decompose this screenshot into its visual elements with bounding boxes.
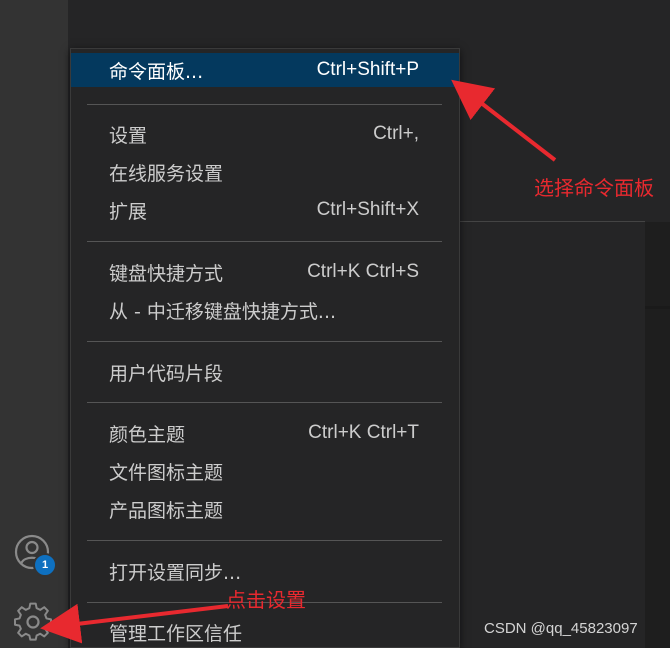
menu-separator xyxy=(87,402,442,403)
menu-item-label: 命令面板... xyxy=(109,60,204,83)
manage-context-menu: 命令面板... Ctrl+Shift+P 设置 Ctrl+, 在线服务设置 扩展… xyxy=(70,48,460,648)
menu-item-label: 颜色主题 xyxy=(109,423,186,446)
menu-item-manage-workspace-trust[interactable]: 管理工作区信任 xyxy=(71,615,459,648)
menu-separator xyxy=(87,540,442,541)
menu-item-settings-sync[interactable]: 打开设置同步... xyxy=(71,554,459,588)
menu-item-label: 打开设置同步... xyxy=(109,561,242,584)
menu-item-label: 在线服务设置 xyxy=(109,162,224,185)
menu-item-migrate-keyboard-shortcuts[interactable]: 从 - 中迁移键盘快捷方式... xyxy=(71,293,459,327)
menu-item-label: 从 - 中迁移键盘快捷方式... xyxy=(109,300,337,323)
menu-separator xyxy=(87,341,442,342)
menu-item-label: 扩展 xyxy=(109,200,148,223)
editor-divider-dark xyxy=(645,306,670,309)
menu-item-file-icon-theme[interactable]: 文件图标主题 xyxy=(71,454,459,488)
watermark: CSDN @qq_45823097 xyxy=(484,620,638,637)
account-badge: 1 xyxy=(33,553,57,577)
gear-icon[interactable] xyxy=(13,602,53,642)
menu-item-label: 产品图标主题 xyxy=(109,499,224,522)
menu-item-user-snippets[interactable]: 用户代码片段 xyxy=(71,355,459,389)
screenshot-root: 1 命令面板... Ctrl+Shift+P 设置 Ctrl+, 在线服务设置 … xyxy=(0,0,670,648)
menu-item-label: 管理工作区信任 xyxy=(109,622,243,645)
menu-item-shortcut: Ctrl+K Ctrl+S xyxy=(307,261,419,282)
menu-item-settings[interactable]: 设置 Ctrl+, xyxy=(71,117,459,151)
menu-item-command-palette[interactable]: 命令面板... Ctrl+Shift+P xyxy=(71,53,459,87)
menu-item-shortcut: Ctrl+Shift+X xyxy=(316,199,419,220)
menu-item-keyboard-shortcuts[interactable]: 键盘快捷方式 Ctrl+K Ctrl+S xyxy=(71,255,459,289)
menu-item-label: 用户代码片段 xyxy=(109,362,224,385)
menu-separator xyxy=(87,104,442,105)
activity-bar: 1 xyxy=(0,0,68,648)
menu-item-online-services-settings[interactable]: 在线服务设置 xyxy=(71,155,459,189)
menu-separator xyxy=(87,241,442,242)
menu-item-label: 键盘快捷方式 xyxy=(109,262,224,285)
annotation-click-settings: 点击设置 xyxy=(226,588,306,612)
menu-item-shortcut: Ctrl+, xyxy=(373,123,419,144)
editor-panel-strip xyxy=(645,222,670,648)
annotation-select-command-palette: 选择命令面板 xyxy=(534,176,654,200)
editor-divider xyxy=(460,221,645,222)
menu-item-label: 文件图标主题 xyxy=(109,461,224,484)
menu-item-shortcut: Ctrl+Shift+P xyxy=(316,59,419,80)
menu-item-color-theme[interactable]: 颜色主题 Ctrl+K Ctrl+T xyxy=(71,416,459,450)
menu-item-label: 设置 xyxy=(109,124,148,147)
menu-item-extensions[interactable]: 扩展 Ctrl+Shift+X xyxy=(71,193,459,227)
menu-item-product-icon-theme[interactable]: 产品图标主题 xyxy=(71,492,459,526)
menu-item-shortcut: Ctrl+K Ctrl+T xyxy=(308,422,419,443)
